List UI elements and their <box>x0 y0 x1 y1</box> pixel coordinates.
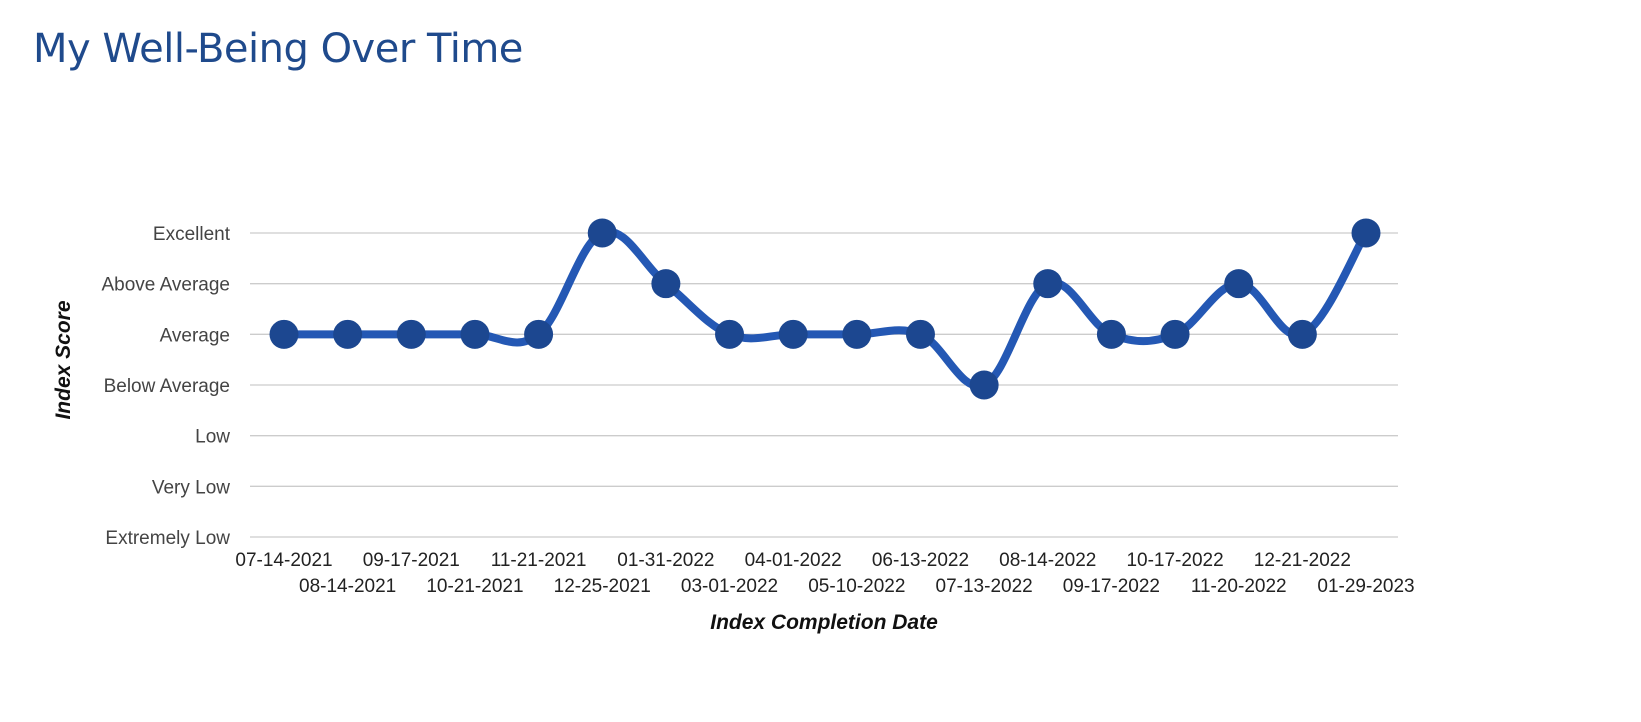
well-being-chart: Extremely Low Very Low Low Below Average Ave… <box>52 218 1415 634</box>
x-tick-label: 10-21-2021 <box>426 576 523 597</box>
x-tick-label: 01-29-2023 <box>1317 576 1414 597</box>
x-tick-label: 12-21-2022 <box>1254 550 1351 571</box>
data-point[interactable] <box>333 319 363 349</box>
y-axis-title: Index Score <box>52 300 75 419</box>
y-tick-label: Low <box>195 427 230 448</box>
data-point[interactable] <box>1287 319 1317 349</box>
y-tick-label: Average <box>160 325 230 346</box>
data-point[interactable] <box>269 319 299 349</box>
x-axis-title: Index Completion Date <box>710 611 938 634</box>
x-tick-label: 10-17-2022 <box>1126 550 1223 571</box>
data-point[interactable] <box>1096 319 1126 349</box>
data-point[interactable] <box>842 319 872 349</box>
data-point[interactable] <box>715 319 745 349</box>
y-tick-label: Above Average <box>101 275 230 296</box>
x-tick-label: 11-21-2021 <box>491 550 587 571</box>
y-axis-ticks: Extremely Low Very Low Low Below Average Ave… <box>101 224 230 549</box>
y-tick-label: Below Average <box>104 376 230 397</box>
x-tick-label: 09-17-2021 <box>363 550 460 571</box>
data-point[interactable] <box>396 319 426 349</box>
data-point[interactable] <box>1351 218 1381 248</box>
x-tick-label: 08-14-2021 <box>299 576 396 597</box>
y-tick-label: Extremely Low <box>105 528 230 549</box>
x-tick-label: 07-14-2021 <box>235 550 332 571</box>
x-tick-label: 08-14-2022 <box>999 550 1096 571</box>
data-point[interactable] <box>651 269 681 299</box>
data-point[interactable] <box>969 370 999 400</box>
x-tick-label: 04-01-2022 <box>745 550 842 571</box>
x-tick-label: 12-25-2021 <box>554 576 651 597</box>
x-tick-label: 01-31-2022 <box>617 550 714 571</box>
x-tick-label: 09-17-2022 <box>1063 576 1160 597</box>
x-tick-label: 11-20-2022 <box>1191 576 1287 597</box>
data-point[interactable] <box>1224 269 1254 299</box>
x-tick-label: 06-13-2022 <box>872 550 969 571</box>
x-tick-label: 03-01-2022 <box>681 576 778 597</box>
data-point[interactable] <box>1160 319 1190 349</box>
y-tick-label: Very Low <box>152 477 230 498</box>
data-point[interactable] <box>460 319 490 349</box>
data-point[interactable] <box>587 218 617 248</box>
data-point[interactable] <box>905 319 935 349</box>
data-points <box>269 218 1381 400</box>
x-tick-label: 07-13-2022 <box>936 576 1033 597</box>
series-line <box>280 227 1370 391</box>
x-axis-ticks: 07-14-2021 08-14-2021 09-17-2021 10-21-2021… <box>235 550 1414 597</box>
data-point[interactable] <box>1033 269 1063 299</box>
y-tick-label: Excellent <box>153 224 231 245</box>
data-point[interactable] <box>778 319 808 349</box>
x-tick-label: 05-10-2022 <box>808 576 905 597</box>
data-point[interactable] <box>524 319 554 349</box>
